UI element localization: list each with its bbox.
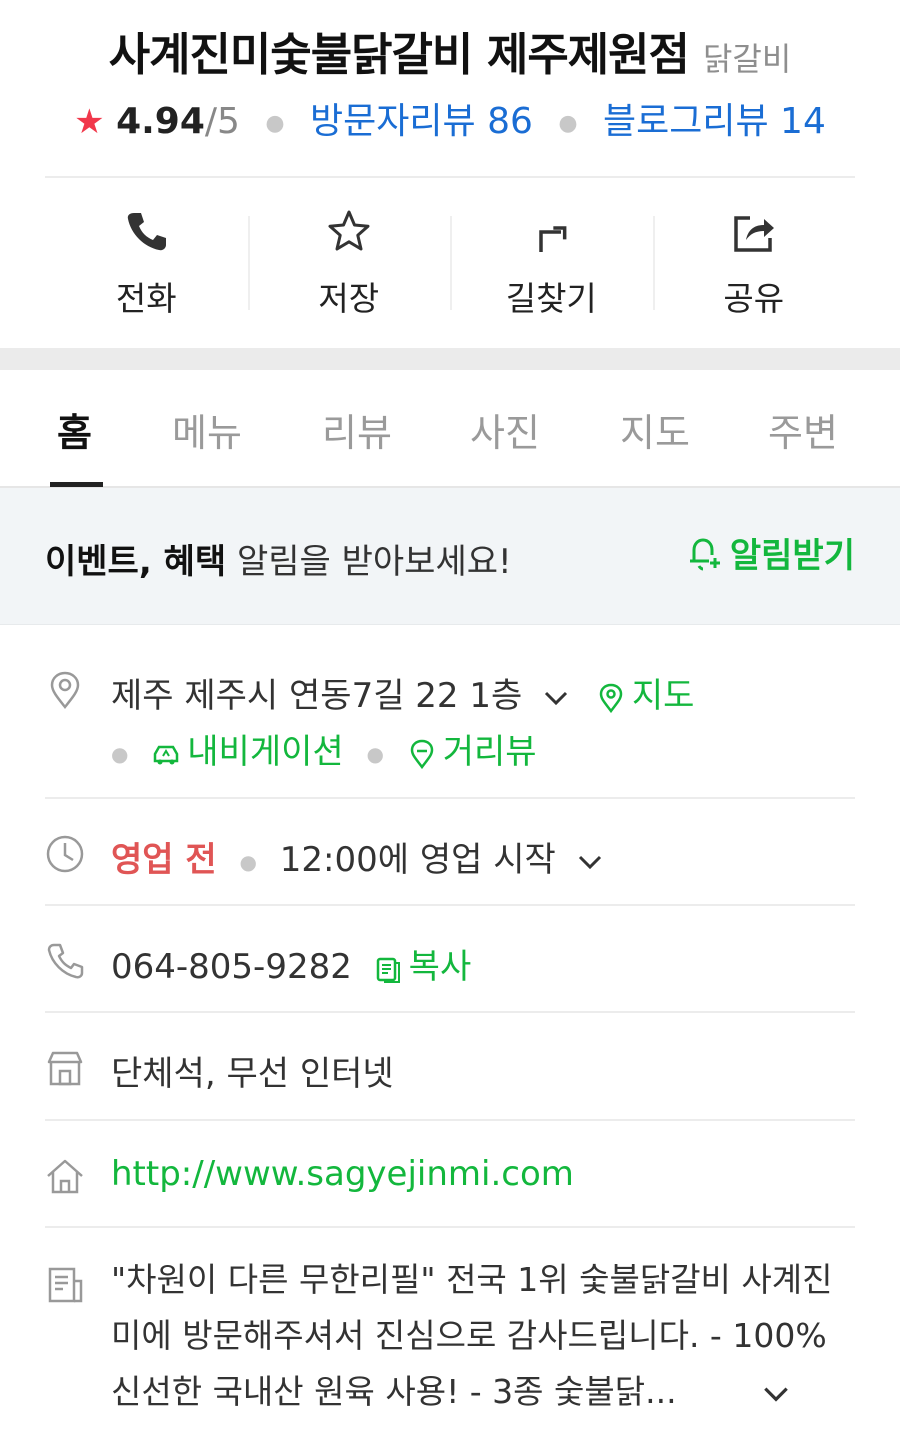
rating-row: ★ 4.94/5 ● 방문자리뷰 86 ● 블로그리뷰 14 <box>0 92 900 144</box>
rating-score: 4.94 <box>116 101 205 142</box>
separator-dot: ● <box>111 741 129 766</box>
tab-nearby[interactable]: 주변 <box>768 402 838 457</box>
opening-time: 12:00에 영업 시작 <box>279 840 556 880</box>
subscribe-alerts-label: 알림받기 <box>729 536 855 576</box>
share-icon <box>734 216 774 252</box>
copy-phone-button[interactable]: 복사 <box>373 947 472 987</box>
divider <box>45 1011 855 1013</box>
chevron-down-icon[interactable] <box>760 1378 792 1410</box>
call-label: 전화 <box>115 279 177 318</box>
amenities-row: 단체석, 무선 인터넷 <box>45 1046 855 1096</box>
phone-number[interactable]: 064-805-9282 <box>111 947 352 987</box>
chevron-down-icon[interactable] <box>575 847 605 877</box>
directions-icon <box>539 226 567 252</box>
blog-reviews-link[interactable]: 블로그리뷰 14 <box>603 101 826 142</box>
separator-dot: ● <box>239 849 257 874</box>
tab-menu[interactable]: 메뉴 <box>172 402 242 457</box>
subscribe-alerts-button[interactable]: 알림받기 <box>684 528 855 577</box>
phone-line: 064-805-9282 복사 <box>111 939 471 988</box>
divider <box>45 1226 855 1228</box>
separator-dot: ● <box>265 110 285 136</box>
notification-rest-text: 알림을 받아보세요! <box>226 542 512 582</box>
business-status: 영업 전 <box>111 840 217 880</box>
share-button[interactable]: 공유 <box>652 178 856 348</box>
store-icon <box>45 1048 85 1088</box>
title-row: 사계진미숯불닭갈비 제주제원점 닭갈비 <box>0 18 900 83</box>
action-bar: 전화 저장 길찾기 공유 <box>45 178 855 348</box>
map-pin-icon <box>599 683 623 713</box>
directions-label: 길찾기 <box>505 279 597 318</box>
separator-dot: ● <box>366 741 384 766</box>
home-icon <box>45 1156 85 1196</box>
place-header: 사계진미숯불닭갈비 제주제원점 닭갈비 ★ 4.94/5 ● 방문자리뷰 86 ●… <box>0 0 900 178</box>
rating-star-icon: ★ <box>74 102 105 142</box>
section-divider <box>0 348 900 370</box>
streetview-link[interactable]: 거리뷰 <box>407 732 537 772</box>
notification-banner: 이벤트, 혜택 알림을 받아보세요! 알림받기 <box>0 488 900 625</box>
visitor-reviews-link[interactable]: 방문자리뷰 86 <box>310 101 533 142</box>
document-icon <box>45 1265 85 1305</box>
chevron-down-icon[interactable] <box>541 683 571 713</box>
car-icon <box>154 745 179 764</box>
map-link[interactable]: 지도 <box>596 676 695 716</box>
copy-label: 복사 <box>408 947 472 987</box>
divider <box>45 797 855 799</box>
website-link[interactable]: http://www.sagyejinmi.com <box>111 1154 574 1194</box>
separator-dot: ● <box>558 110 578 136</box>
save-label: 저장 <box>318 279 380 318</box>
phone-row: 064-805-9282 복사 <box>45 939 855 989</box>
address-actions: ● 내비게이션 ● 거리뷰 <box>111 724 537 773</box>
copy-icon <box>376 957 400 983</box>
tab-map[interactable]: 지도 <box>620 402 690 457</box>
phone-icon <box>128 213 167 251</box>
notification-text: 이벤트, 혜택 알림을 받아보세요! <box>45 534 512 583</box>
website-row: http://www.sagyejinmi.com <box>45 1154 855 1204</box>
hours-line: 영업 전 ● 12:00에 영업 시작 <box>111 832 605 881</box>
hours-row[interactable]: 영업 전 ● 12:00에 영업 시작 <box>45 832 855 882</box>
save-button[interactable]: 저장 <box>247 178 451 348</box>
notification-bold-text: 이벤트, 혜택 <box>45 542 227 582</box>
navigation-label: 내비게이션 <box>187 732 344 772</box>
share-label: 공유 <box>723 279 785 318</box>
streetview-pin-icon <box>410 739 434 769</box>
clock-icon <box>45 834 85 874</box>
tab-photos[interactable]: 사진 <box>470 402 540 457</box>
map-link-label: 지도 <box>631 676 695 716</box>
place-title: 사계진미숯불닭갈비 제주제원점 <box>108 28 690 81</box>
streetview-label: 거리뷰 <box>442 732 537 772</box>
bell-plus-icon <box>689 537 720 570</box>
amenities-text: 단체석, 무선 인터넷 <box>111 1054 394 1094</box>
description-text: "차원이 다른 무한리필" 전국 1위 숯불닭갈비 사계진미에 방문해주셔서 진… <box>111 1260 833 1411</box>
navigation-link[interactable]: 내비게이션 <box>151 732 354 772</box>
star-outline-icon <box>328 210 370 251</box>
tab-reviews[interactable]: 리뷰 <box>322 402 392 457</box>
call-button[interactable]: 전화 <box>45 178 248 348</box>
divider <box>45 1119 855 1121</box>
address-line: 제주 제주시 연동7길 22 1층 지도 <box>111 668 694 717</box>
tab-bar: 홈 메뉴 리뷰 사진 지도 주변 <box>0 370 900 488</box>
address-text: 제주 제주시 연동7길 22 1층 <box>111 676 523 716</box>
location-pin-icon <box>45 670 85 710</box>
directions-button[interactable]: 길찾기 <box>450 178 653 348</box>
divider <box>45 904 855 906</box>
tab-home[interactable]: 홈 <box>57 402 92 457</box>
place-category: 닭갈비 <box>702 40 792 78</box>
address-row: 제주 제주시 연동7길 22 1층 지도 ● 내비게이션 ● 거리뷰 <box>45 668 855 778</box>
phone-outline-icon <box>45 941 85 981</box>
rating-max: /5 <box>204 101 240 142</box>
active-tab-indicator <box>50 482 103 487</box>
